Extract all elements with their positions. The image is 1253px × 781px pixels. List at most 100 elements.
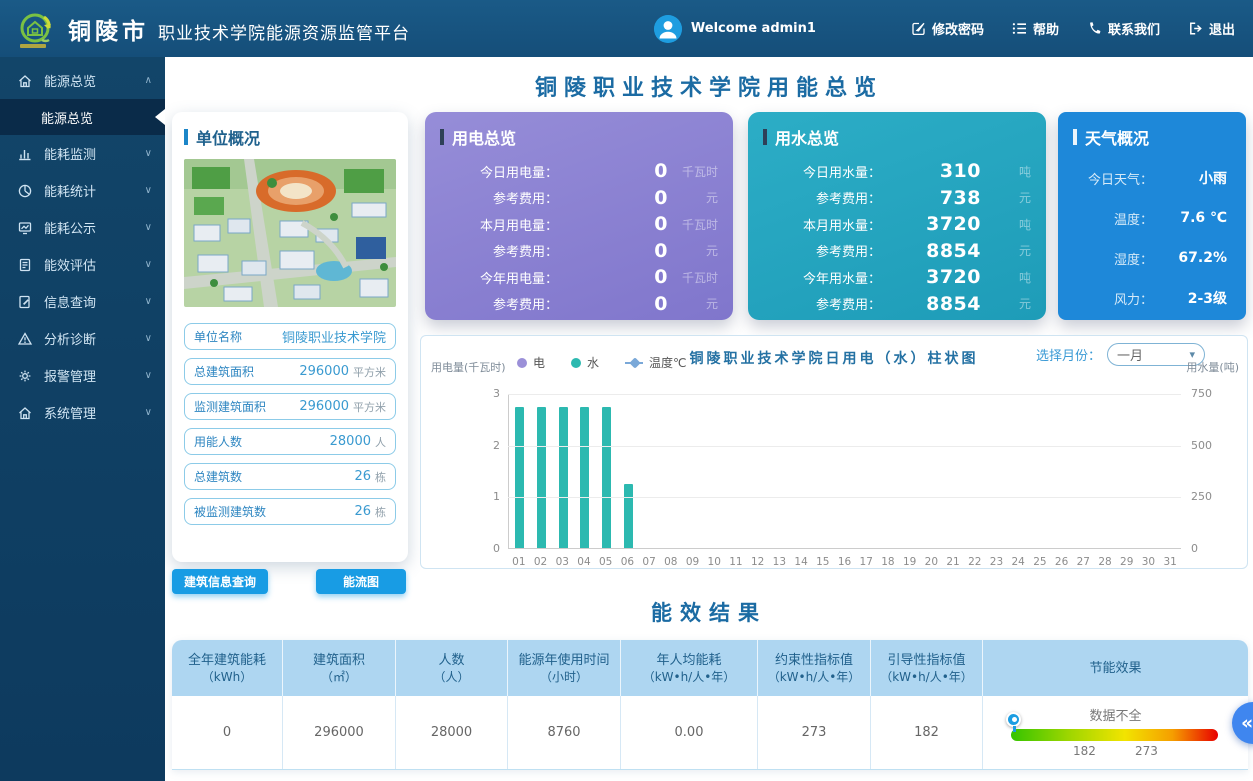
weather-value: 67.2% <box>1153 250 1231 266</box>
stat-row: 今年用水量：3720吨 <box>763 264 1031 291</box>
sidebar-item-energy-overview[interactable]: 能源总览 ∧ <box>0 62 165 99</box>
submenu-label: 能源总览 <box>41 108 93 127</box>
right-axis-tick-label: 250 <box>1191 490 1225 503</box>
total-buildings-field: 总建筑数 26 栋 <box>184 463 396 490</box>
x-axis-day-label: 14 <box>790 556 812 568</box>
weather-value: 2-3级 <box>1153 288 1231 308</box>
x-axis-day-label: 01 <box>508 556 530 568</box>
stat-row: 本月用水量：3720吨 <box>763 211 1031 238</box>
sidebar-subitem-energy-overview[interactable]: 能源总览 <box>0 99 165 135</box>
building-info-query-button[interactable]: 建筑信息查询 <box>172 569 268 594</box>
x-axis-day-label: 19 <box>899 556 921 568</box>
home-icon <box>17 405 33 421</box>
stat-value: 3720 <box>881 266 981 288</box>
stat-row: 参考费用：0元 <box>440 238 718 265</box>
sidebar-label: 能源总览 <box>44 71 96 90</box>
cell-building-area: 296000 <box>283 696 396 769</box>
monitored-building-area-field: 监测建筑面积 296000 平方米 <box>184 393 396 420</box>
weather-label: 今日天气： <box>1073 169 1153 188</box>
efficiency-results-title: 能效结果 <box>165 597 1253 627</box>
stat-row: 参考费用：0元 <box>440 185 718 212</box>
field-value: 296000 <box>254 364 349 379</box>
col-header-people-count: 人数（人） <box>396 640 508 696</box>
help-button[interactable]: 帮助 <box>1012 19 1059 38</box>
left-axis-tick-label: 1 <box>478 490 500 503</box>
weather-card-title: 天气概况 <box>1085 125 1149 149</box>
weather-overview-card: 天气概况 今日天气：小雨 温度：7.6 ℃ 湿度：67.2% 风力：2-3级 <box>1058 112 1246 320</box>
month-picker-label: 选择月份： <box>1036 345 1101 364</box>
stat-unit: 吨 <box>981 216 1031 233</box>
chart-gridline <box>508 446 1181 447</box>
contact-us-button[interactable]: 联系我们 <box>1087 19 1160 38</box>
unit-fields: 单位名称 铜陵职业技术学院 总建筑面积 296000 平方米 监测建筑面积 29… <box>184 323 396 525</box>
stat-value: 8854 <box>881 240 981 262</box>
sidebar-item-alarm-management[interactable]: 报警管理 ∨ <box>0 357 165 394</box>
stat-value: 738 <box>881 187 981 209</box>
stat-unit: 吨 <box>981 163 1031 180</box>
x-axis-day-label: 28 <box>1094 556 1116 568</box>
change-password-button[interactable]: 修改密码 <box>911 19 984 38</box>
stat-row: 今年用电量：0千瓦时 <box>440 264 718 291</box>
stat-label: 参考费用： <box>763 188 881 207</box>
stat-row: 今日用电量：0千瓦时 <box>440 158 718 185</box>
chart-gridline <box>508 394 1181 395</box>
field-unit: 人 <box>375 434 386 450</box>
saving-status-text: 数据不全 <box>983 705 1248 724</box>
energy-flow-diagram-button[interactable]: 能流图 <box>316 569 406 594</box>
electric-card-title: 用电总览 <box>452 125 516 149</box>
sidebar-item-consumption-monitor[interactable]: 能耗监测 ∨ <box>0 135 165 172</box>
stat-unit: 元 <box>668 295 718 312</box>
stat-label: 参考费用： <box>763 294 881 313</box>
x-axis-day-label: 07 <box>638 556 660 568</box>
field-label: 总建筑面积 <box>194 363 254 380</box>
sidebar-item-system-management[interactable]: 系统管理 ∨ <box>0 394 165 431</box>
chevron-down-icon: ∨ <box>145 407 152 418</box>
brand-platform: 职业技术学院能源资源监管平台 <box>158 19 410 44</box>
left-axis-tick-label: 2 <box>478 439 500 452</box>
stat-unit: 元 <box>981 189 1031 206</box>
header-accent-bar <box>763 129 767 145</box>
stat-unit: 元 <box>981 242 1031 259</box>
field-unit: 栋 <box>375 504 386 520</box>
pie-chart-icon <box>17 183 33 199</box>
water-bar <box>537 407 546 548</box>
sidebar-item-efficiency-evaluation[interactable]: 能效评估 ∨ <box>0 246 165 283</box>
field-value: 28000 <box>242 434 371 449</box>
cell-saving-effect: 数据不全 182 273 <box>983 696 1248 769</box>
stat-label: 今日用电量： <box>440 162 558 181</box>
sidebar-item-info-query[interactable]: 信息查询 ∨ <box>0 283 165 320</box>
saving-pin-marker-icon <box>1006 712 1021 727</box>
water-bar <box>624 484 633 548</box>
water-bar <box>515 407 524 548</box>
col-header-binding-index: 约束性指标值（kW•h/人•年） <box>758 640 871 696</box>
left-axis-tick-label: 3 <box>478 387 500 400</box>
field-value: 铜陵职业技术学院 <box>242 327 386 346</box>
stat-label: 参考费用： <box>440 188 558 207</box>
col-header-annual-energy: 全年建筑能耗（kWh） <box>172 640 283 696</box>
saving-gradient-scale <box>1011 729 1218 741</box>
chevron-down-icon: ∨ <box>145 185 152 196</box>
gear-icon <box>17 368 33 384</box>
stat-unit: 千瓦时 <box>668 216 718 233</box>
edit-password-icon <box>911 21 926 36</box>
logout-button[interactable]: 退出 <box>1188 19 1235 38</box>
stat-row: 今日用水量：310吨 <box>763 158 1031 185</box>
trend-monitor-icon <box>17 220 33 236</box>
sidebar-item-consumption-publicity[interactable]: 能耗公示 ∨ <box>0 209 165 246</box>
weather-card-header: 天气概况 <box>1073 125 1231 149</box>
chart-plot-area <box>508 394 1181 549</box>
sidebar-label: 分析诊断 <box>44 329 96 348</box>
month-select-value: 一月 <box>1117 345 1143 364</box>
cell-guiding-index: 182 <box>871 696 983 769</box>
right-axis-tick-label: 750 <box>1191 387 1225 400</box>
energy-users-field: 用能人数 28000 人 <box>184 428 396 455</box>
x-axis-day-label: 16 <box>834 556 856 568</box>
x-axis-day-label: 04 <box>573 556 595 568</box>
sidebar-item-analysis-diagnosis[interactable]: 分析诊断 ∨ <box>0 320 165 357</box>
stat-value: 0 <box>558 266 668 288</box>
sidebar-item-consumption-stats[interactable]: 能耗统计 ∨ <box>0 172 165 209</box>
weather-label: 温度： <box>1073 209 1153 228</box>
stat-row: 参考费用：8854元 <box>763 238 1031 265</box>
app-root: 铜陵市 职业技术学院能源资源监管平台 Welcome admin1 修改密码 <box>0 0 1253 781</box>
chevron-up-icon: ∧ <box>145 75 152 86</box>
